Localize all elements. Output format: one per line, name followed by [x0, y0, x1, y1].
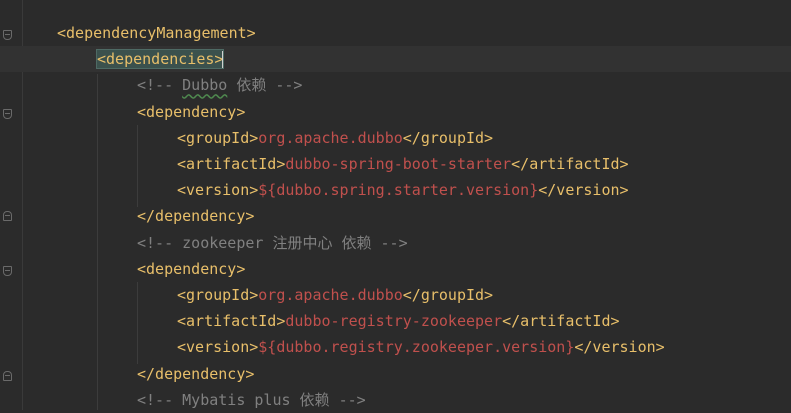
- code-text: <dependencyManagement>: [57, 20, 256, 46]
- code-token: ${dubbo.spring.starter.version}: [258, 181, 539, 200]
- code-token: <artifactId>: [177, 155, 286, 173]
- code-token: <!--: [137, 76, 183, 95]
- code-token: <version>: [177, 181, 259, 200]
- code-token: dubbo-spring-boot-starter: [285, 155, 512, 173]
- code-text: </dependency>: [137, 361, 254, 387]
- code-token: <groupId>: [177, 128, 259, 147]
- code-token: <dependency>: [137, 102, 246, 121]
- code-token: <version>: [177, 338, 259, 357]
- code-line[interactable]: <version>${dubbo.registry.zookeeper.vers…: [0, 334, 791, 360]
- code-text: <groupId>org.apache.dubbo</groupId>: [177, 282, 493, 308]
- code-line[interactable]: <dependency>: [0, 256, 791, 282]
- code-line[interactable]: <artifactId>dubbo-spring-boot-starter</a…: [0, 151, 791, 177]
- code-text: <groupId>org.apache.dubbo</groupId>: [177, 125, 493, 151]
- code-line[interactable]: <!-- Mybatis plus 依赖 -->: [0, 387, 791, 413]
- code-token: </groupId>: [402, 128, 494, 147]
- code-text: <version>${dubbo.spring.starter.version}…: [177, 177, 629, 203]
- code-text: <dependencies>: [95, 46, 225, 72]
- code-text: <!-- Mybatis plus 依赖 -->: [137, 387, 366, 413]
- code-token: </dependency>: [137, 207, 255, 226]
- code-line[interactable]: <artifactId>dubbo-registry-zookeeper</ar…: [0, 308, 791, 334]
- code-text: <version>${dubbo.registry.zookeeper.vers…: [177, 334, 665, 360]
- code-line[interactable]: <version>${dubbo.spring.starter.version}…: [0, 177, 791, 203]
- code-token: </groupId>: [402, 286, 494, 304]
- code-token: <artifactId>: [177, 312, 286, 331]
- code-text: <artifactId>dubbo-registry-zookeeper</ar…: [177, 308, 620, 334]
- code-text: <!-- zookeeper 注册中心 依赖 -->: [137, 230, 408, 256]
- code-token: org.apache.dubbo: [258, 286, 403, 304]
- code-token: </artifactId>: [511, 155, 629, 173]
- code-line[interactable]: <!-- Dubbo 依赖 -->: [0, 72, 791, 98]
- code-line[interactable]: </dependency>: [0, 361, 791, 387]
- code-line[interactable]: <dependencies>: [0, 46, 791, 73]
- code-token: <dependency>: [137, 259, 246, 278]
- code-token: <dependencyManagement>: [57, 24, 256, 42]
- code-text: </dependency>: [137, 203, 254, 229]
- code-token: ${dubbo.registry.zookeeper.version}: [258, 338, 575, 357]
- code-line[interactable]: <groupId>org.apache.dubbo</groupId>: [0, 125, 791, 151]
- code-line[interactable]: <groupId>org.apache.dubbo</groupId>: [0, 282, 791, 308]
- code-token: 依赖 -->: [227, 76, 303, 95]
- code-text: <dependency>: [137, 99, 245, 125]
- code-text: <dependency>: [137, 256, 245, 282]
- code-line[interactable]: <dependency>: [0, 99, 791, 125]
- code-token: Dubbo: [182, 76, 228, 95]
- code-line[interactable]: <dependencyManagement>: [0, 20, 791, 46]
- code-token: <!-- zookeeper 注册中心 依赖 -->: [137, 233, 408, 252]
- code-text: <artifactId>dubbo-spring-boot-starter</a…: [177, 151, 629, 177]
- code-token: </version>: [574, 338, 665, 357]
- code-token: </artifactId>: [502, 312, 620, 331]
- code-line[interactable]: <!-- zookeeper 注册中心 依赖 -->: [0, 230, 791, 256]
- code-token: <dependencies>: [95, 49, 225, 70]
- code-token: dubbo-registry-zookeeper: [285, 312, 503, 331]
- code-token: <!-- Mybatis plus 依赖 -->: [137, 390, 366, 409]
- text-caret: [222, 50, 225, 69]
- code-token: <groupId>: [177, 286, 259, 304]
- code-token: org.apache.dubbo: [258, 128, 403, 147]
- code-token: </version>: [538, 181, 629, 200]
- code-token: </dependency>: [137, 364, 255, 383]
- code-text: <!-- Dubbo 依赖 -->: [137, 72, 302, 98]
- code-line[interactable]: </dependency>: [0, 203, 791, 229]
